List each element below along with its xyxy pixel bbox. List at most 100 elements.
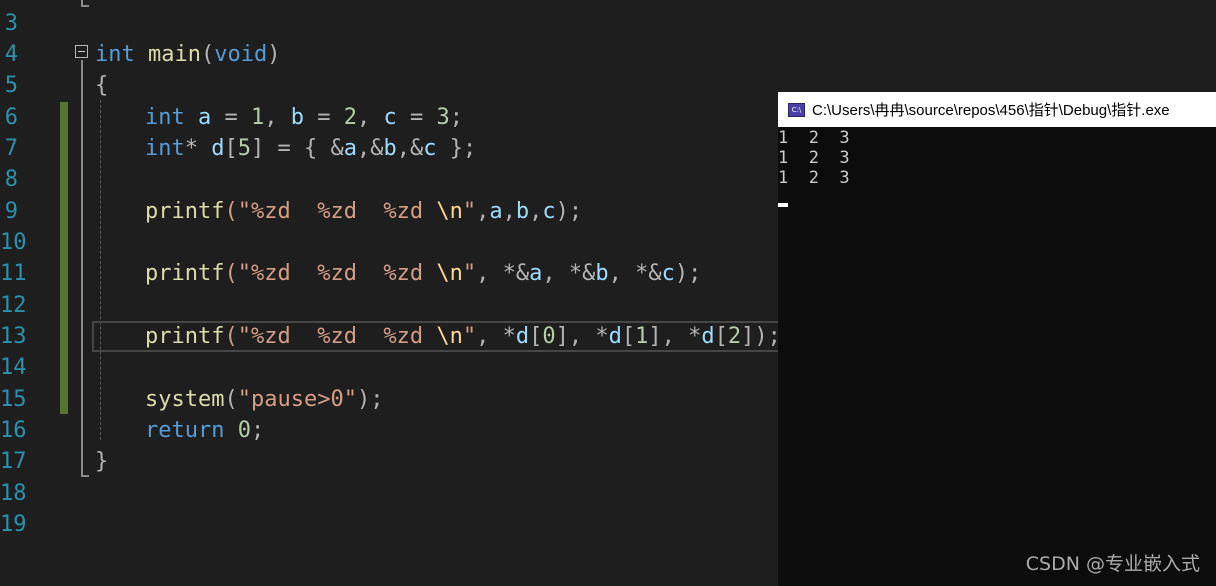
- punctuation: ]: [648, 324, 662, 349]
- keyword: return: [145, 418, 225, 443]
- string-literal: ": [462, 199, 477, 224]
- punctuation: );: [754, 324, 781, 349]
- number: 5: [237, 136, 251, 161]
- punctuation: [: [529, 324, 543, 349]
- keyword: int: [145, 105, 185, 130]
- punctuation: [: [224, 136, 238, 161]
- close-brace: }: [95, 449, 109, 474]
- function-name: printf: [145, 261, 225, 286]
- function-name: printf: [145, 199, 225, 224]
- code-line-7[interactable]: int* d[5] = { &a,&b,&c };: [145, 133, 476, 164]
- identifier: d: [608, 324, 622, 349]
- line-number: 8: [4, 167, 18, 192]
- escape-sequence: \n: [436, 261, 463, 286]
- function-name: main: [148, 42, 201, 67]
- operator: =: [304, 105, 344, 130]
- identifier: a: [343, 136, 357, 161]
- line-number: 3: [4, 11, 18, 36]
- watermark: CSDN @专业嵌入式: [1025, 553, 1200, 575]
- fold-end-marker: [81, 5, 89, 7]
- string-literal: ("%zd %zd %zd: [224, 261, 437, 286]
- punctuation: };: [436, 136, 477, 161]
- code-line-15[interactable]: system("pause>0");: [145, 384, 383, 415]
- identifier: b: [383, 136, 397, 161]
- identifier: c: [423, 136, 437, 161]
- keyword: int: [145, 136, 185, 161]
- number: 1: [251, 105, 265, 130]
- punctuation: );: [356, 387, 384, 412]
- punctuation: ]: [741, 324, 755, 349]
- string-literal: ": [462, 324, 477, 349]
- code-line-16[interactable]: return 0;: [145, 415, 264, 446]
- operator: , *: [476, 324, 516, 349]
- punctuation: ;: [449, 105, 463, 130]
- operator: *: [184, 136, 198, 161]
- line-number: 9: [4, 199, 18, 224]
- console-title-bar[interactable]: C:\ C:\Users\冉冉\source\repos\456\指针\Debu…: [778, 92, 1216, 127]
- code-line-6[interactable]: int a = 1, b = 2, c = 3;: [145, 102, 463, 133]
- escape-sequence: \n: [436, 199, 463, 224]
- console-output-line: 1 2 3: [778, 128, 850, 148]
- function-name: system: [145, 387, 225, 412]
- console-output: 1 2 3 1 2 3 1 2 3: [778, 128, 1216, 188]
- punctuation: ,: [476, 199, 490, 224]
- identifier: c: [542, 199, 556, 224]
- function-name: printf: [145, 324, 225, 349]
- code-line-5[interactable]: {: [95, 70, 108, 101]
- punctuation: ,: [529, 199, 543, 224]
- number: 2: [343, 105, 357, 130]
- operator: =: [396, 105, 437, 130]
- identifier: b: [515, 199, 530, 224]
- identifier: a: [529, 261, 543, 286]
- console-cursor: [778, 203, 788, 207]
- indent-guide: [100, 100, 101, 440]
- identifier: d: [701, 324, 715, 349]
- string-literal: ": [462, 261, 477, 286]
- console-window[interactable]: C:\ C:\Users\冉冉\source\repos\456\指针\Debu…: [778, 92, 1216, 586]
- punctuation: ,: [357, 105, 384, 130]
- operator: , *: [568, 324, 609, 349]
- operator: , *&: [542, 261, 596, 286]
- operator: =: [211, 105, 251, 130]
- line-number: 10: [0, 230, 27, 255]
- line-number: 12: [0, 293, 27, 318]
- punctuation: (: [200, 42, 215, 67]
- operator: , *&: [608, 261, 662, 286]
- escape-sequence: \n: [436, 324, 463, 349]
- line-number: 11: [0, 261, 27, 286]
- code-line-9[interactable]: printf("%zd %zd %zd \n",a,b,c);: [145, 196, 582, 227]
- number: 2: [727, 324, 742, 349]
- keyword: int: [95, 42, 135, 67]
- line-number: 18: [0, 481, 27, 506]
- punctuation: ,: [356, 136, 371, 161]
- change-indicator-bar: [60, 102, 68, 414]
- identifier: b: [290, 105, 304, 130]
- punctuation: ;: [250, 418, 265, 443]
- code-line-13[interactable]: printf("%zd %zd %zd \n", *d[0], *d[1], *…: [145, 321, 781, 352]
- fold-line: [81, 60, 83, 476]
- operator: &: [370, 136, 384, 161]
- code-line-4[interactable]: int main(void): [95, 39, 280, 70]
- identifier: b: [595, 261, 609, 286]
- number: 0: [542, 324, 556, 349]
- operator: = {: [264, 136, 331, 161]
- identifier: d: [515, 324, 530, 349]
- code-line-11[interactable]: printf("%zd %zd %zd \n", *&a, *&b, *&c);: [145, 258, 701, 289]
- line-number: 4: [4, 42, 18, 67]
- number: 0: [237, 418, 251, 443]
- string-literal: ("%zd %zd %zd: [224, 199, 437, 224]
- line-number: 13: [0, 324, 27, 349]
- punctuation: ,: [502, 199, 516, 224]
- identifier: a: [489, 199, 503, 224]
- fold-end-marker: [81, 475, 89, 477]
- line-number: 6: [4, 105, 18, 130]
- punctuation: [: [621, 324, 636, 349]
- identifier: c: [383, 105, 397, 130]
- line-number: 7: [4, 136, 18, 161]
- identifier: c: [661, 261, 675, 286]
- number: 3: [436, 105, 450, 130]
- code-line-17[interactable]: }: [95, 446, 108, 477]
- collapse-icon[interactable]: [75, 45, 88, 58]
- punctuation: ): [267, 42, 281, 67]
- console-output-line: 1 2 3: [778, 168, 850, 188]
